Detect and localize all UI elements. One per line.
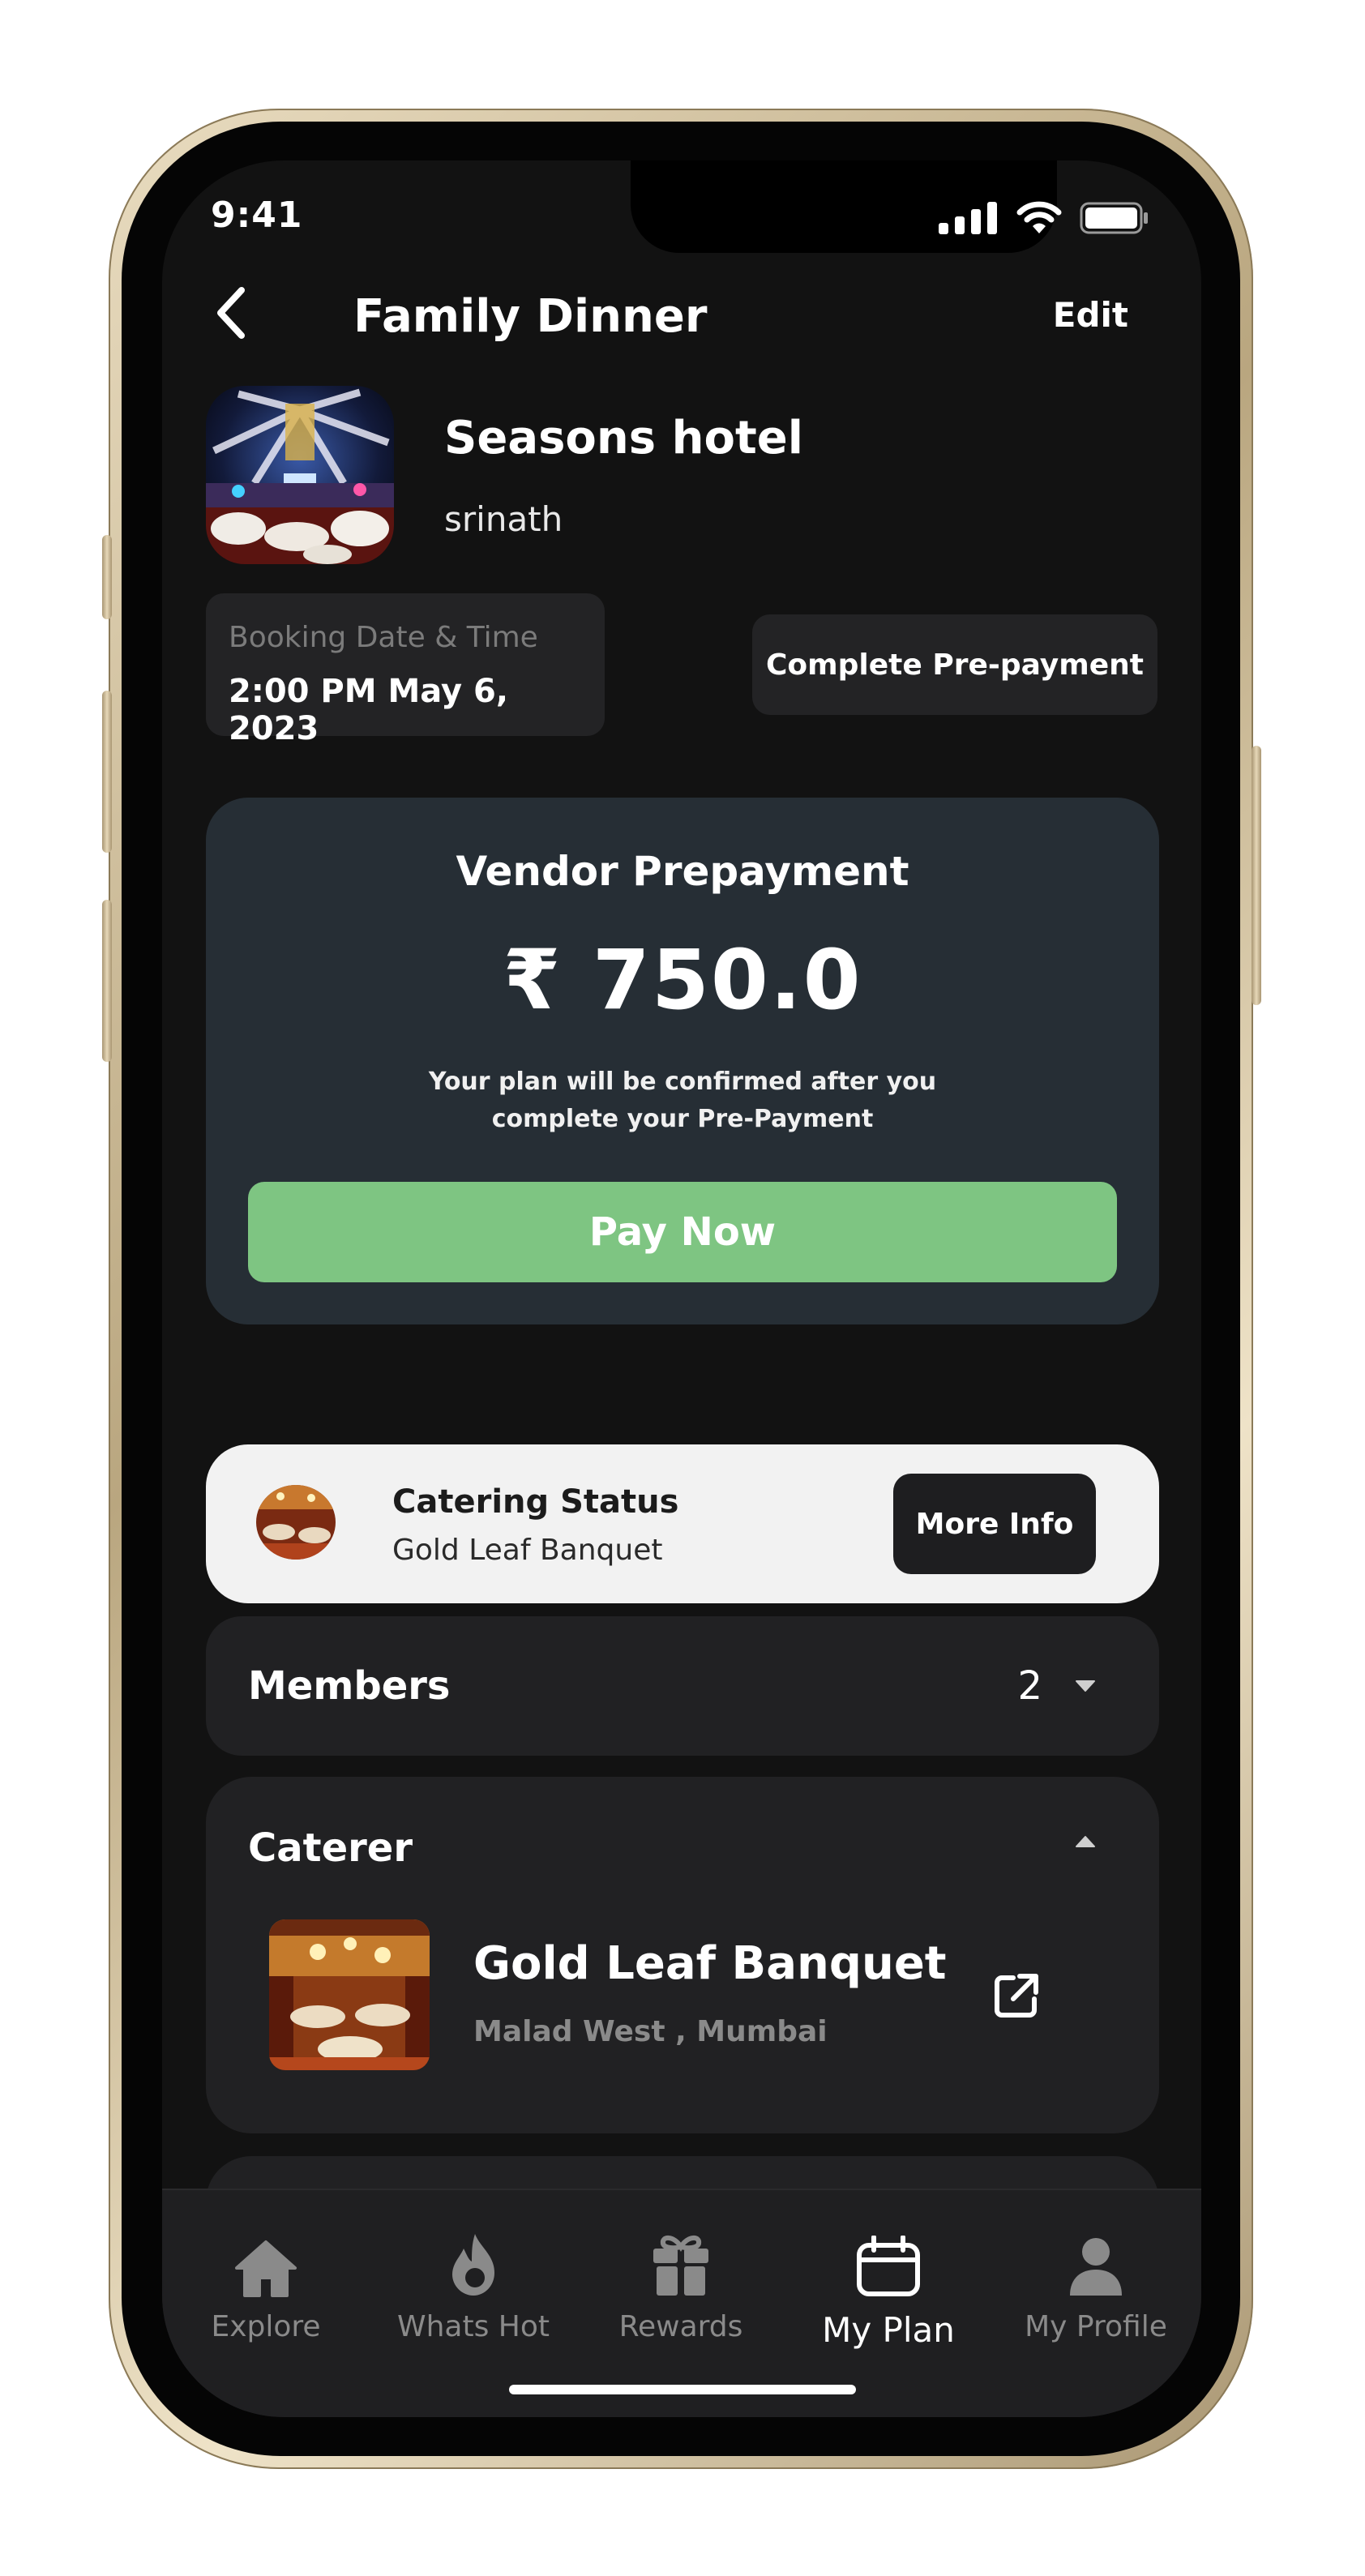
side-button-mute xyxy=(102,535,112,619)
catering-thumbnail xyxy=(256,1485,336,1560)
booking-label: Booking Date & Time xyxy=(229,621,538,654)
side-button-volume-up xyxy=(102,691,112,853)
tab-my-plan[interactable]: My Plan xyxy=(785,2227,992,2350)
tab-whats-hot[interactable]: Whats Hot xyxy=(370,2227,577,2343)
caterer-image xyxy=(269,1919,430,2070)
members-count: 2 xyxy=(1017,1663,1042,1709)
caret-up-icon[interactable] xyxy=(1075,1835,1096,1848)
caterer-section: Caterer Gold Leaf Banquet Malad West , M… xyxy=(206,1777,1159,2133)
home-indicator[interactable] xyxy=(509,2385,856,2394)
venue-name: Seasons hotel xyxy=(444,412,803,464)
external-link-icon[interactable] xyxy=(992,1971,1041,2020)
booking-datetime-box: Booking Date & Time 2:00 PM May 6, 2023 xyxy=(206,593,605,747)
tab-rewards-label: Rewards xyxy=(618,2310,743,2343)
page-title: Family Dinner xyxy=(353,290,708,343)
bottom-tab-bar: Explore Whats Hot Rewards My Plan My Pro… xyxy=(162,2189,1201,2417)
battery-icon xyxy=(1080,202,1148,234)
prepayment-note-line1: Your plan will be confirmed after you xyxy=(428,1068,937,1096)
caterer-location: Malad West , Mumbai xyxy=(473,2015,828,2048)
prepayment-amount: ₹ 750.0 xyxy=(503,932,862,1029)
flame-icon xyxy=(452,2234,494,2296)
venue-owner: srinath xyxy=(444,499,563,539)
gift-icon xyxy=(653,2236,708,2296)
vendor-prepayment-title: Vendor Prepayment xyxy=(456,848,909,895)
tab-my-profile-label: My Profile xyxy=(1025,2310,1167,2343)
caterer-label: Caterer xyxy=(248,1825,413,1871)
caret-down-icon[interactable] xyxy=(1075,1680,1096,1692)
members-label: Members xyxy=(248,1663,451,1709)
booking-value: 2:00 PM May 6, 2023 xyxy=(229,673,509,747)
prepayment-note-line2: complete your Pre-Payment xyxy=(491,1105,874,1133)
tab-my-profile[interactable]: My Profile xyxy=(992,2227,1200,2343)
tab-my-plan-label: My Plan xyxy=(822,2310,955,2350)
catering-status-subtitle: Gold Leaf Banquet xyxy=(392,1534,663,1567)
pay-now-button[interactable]: Pay Now xyxy=(248,1182,1117,1282)
caterer-name: Gold Leaf Banquet xyxy=(473,1937,947,1990)
prepayment-note: Your plan will be confirmed after you co… xyxy=(206,1063,1159,1138)
side-button-power xyxy=(1252,746,1261,1005)
vendor-prepayment-card: Vendor Prepayment ₹ 750.0 Your plan will… xyxy=(206,798,1159,1324)
person-icon xyxy=(1070,2238,1122,2296)
complete-prepayment-button[interactable]: Complete Pre-payment xyxy=(752,614,1157,715)
side-button-volume-down xyxy=(102,900,112,1062)
venue-image xyxy=(206,386,394,564)
catering-status-title: Catering Status xyxy=(392,1483,679,1521)
status-icons xyxy=(939,201,1149,235)
members-row[interactable]: Members 2 xyxy=(206,1616,1159,1756)
edit-button[interactable]: Edit xyxy=(1053,295,1128,335)
calendar-icon xyxy=(857,2236,920,2296)
wifi-icon xyxy=(1016,201,1062,233)
tab-rewards[interactable]: Rewards xyxy=(577,2227,785,2343)
signal-icon xyxy=(939,202,997,234)
home-icon xyxy=(235,2240,297,2297)
back-arrow-icon[interactable] xyxy=(214,287,246,339)
tab-explore[interactable]: Explore xyxy=(162,2227,370,2343)
tab-explore-label: Explore xyxy=(211,2310,321,2343)
status-time: 9:41 xyxy=(211,195,303,236)
more-info-button[interactable]: More Info xyxy=(893,1474,1096,1574)
tab-whats-hot-label: Whats Hot xyxy=(397,2310,550,2343)
app-screen: 9:41 Family Dinner Edit Seasons hotel sr… xyxy=(162,160,1201,2417)
catering-status-card: Catering Status Gold Leaf Banquet More I… xyxy=(206,1444,1159,1603)
